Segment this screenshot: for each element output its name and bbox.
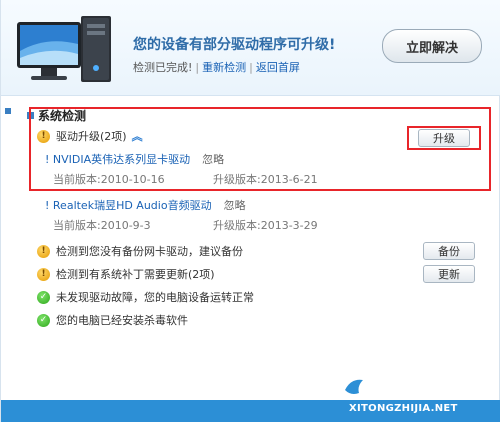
current-version: 当前版本:2010-9-3 (53, 219, 151, 232)
highlight-box (407, 126, 481, 150)
computer-icon (17, 16, 111, 82)
warning-icon: ! (37, 244, 50, 258)
driver-version-row: 当前版本:2010-9-3 升级版本:2013-3-29 (53, 217, 318, 233)
driver-name-link[interactable]: ! Realtek瑞昱HD Audio音频驱动 (45, 197, 212, 213)
driver-item: ! Realtek瑞昱HD Audio音频驱动 忽略 (45, 197, 246, 213)
antivirus-ok-row: ✓ 您的电脑已经安装杀毒软件 (37, 312, 188, 328)
home-link[interactable]: 返回首屏 (256, 61, 300, 74)
driver-app-window: 您的设备有部分驱动程序可升级! 检测已完成! | 重新检测 | 返回首屏 立即解决 系统… (0, 0, 500, 422)
watermark-text: XITONGZHIJIA.NET (349, 403, 458, 414)
upgrade-version: 升级版本:2013-3-29 (213, 219, 318, 232)
divider: | (249, 61, 253, 74)
recheck-link[interactable]: 重新检测 (202, 61, 246, 74)
patch-check-row: ! 检测到有系统补丁需要更新(2项) (37, 266, 215, 282)
check-text: 您的电脑已经安装杀毒软件 (56, 314, 188, 327)
check-text: 检测到您没有备份网卡驱动，建议备份 (56, 245, 243, 258)
check-icon: ✓ (37, 290, 50, 304)
status-text: 检测已完成! (133, 61, 193, 74)
warning-icon: ! (37, 267, 50, 281)
check-text: 未发现驱动故障，您的电脑设备运转正常 (56, 291, 254, 304)
status-line: 检测已完成! | 重新检测 | 返回首屏 (133, 59, 300, 75)
check-icon: ✓ (37, 313, 50, 327)
driver-ok-row: ✓ 未发现驱动故障，您的电脑设备运转正常 (37, 289, 254, 305)
header-title: 您的设备有部分驱动程序可升级! (133, 37, 336, 53)
backup-check-row: ! 检测到您没有备份网卡驱动，建议备份 (37, 243, 243, 259)
ignore-link[interactable]: 忽略 (224, 197, 246, 213)
backup-button[interactable]: 备份 (423, 242, 475, 260)
solve-now-button[interactable]: 立即解决 (382, 29, 482, 63)
scrollbar[interactable] (5, 98, 11, 398)
update-button[interactable]: 更新 (423, 265, 475, 283)
header: 您的设备有部分驱动程序可升级! 检测已完成! | 重新检测 | 返回首屏 立即解决 (1, 0, 500, 96)
divider: | (195, 61, 200, 74)
check-text: 检测到有系统补丁需要更新(2项) (56, 268, 215, 281)
